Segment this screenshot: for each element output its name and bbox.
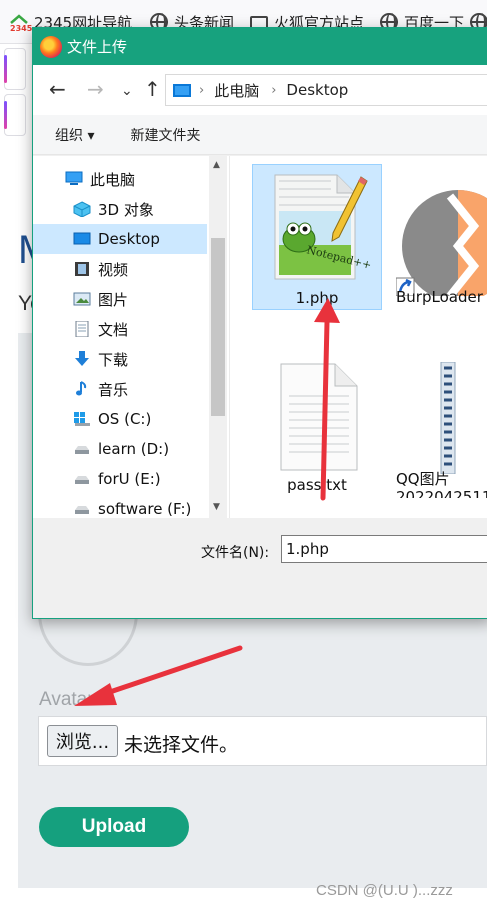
scroll-down-icon[interactable]: ▼ (213, 502, 220, 512)
browse-button[interactable]: 浏览... (47, 725, 118, 757)
file-name: QQ图片 2022042511 (396, 470, 487, 498)
forward-button[interactable]: → (87, 79, 104, 99)
file-item-pass-txt[interactable]: pass.txt (252, 352, 382, 498)
dialog-navbar: ← → ⌄ ↑ › 此电脑 › Desktop (33, 65, 487, 115)
tree-label: learn (D:) (98, 440, 170, 458)
download-icon (73, 351, 91, 367)
tree-label: OS (C:) (98, 410, 152, 428)
video-icon (73, 261, 91, 277)
tree-label: 文档 (98, 320, 129, 339)
notepad-plus-plus-file-icon: Notepad++ (263, 171, 373, 287)
scrollbar-thumb[interactable] (211, 238, 225, 416)
tree-label: 图片 (98, 290, 129, 309)
os-drive-icon (73, 411, 91, 427)
image-file-icon (440, 361, 456, 478)
tree-label: 下载 (98, 350, 129, 369)
upload-button[interactable]: Upload (39, 807, 189, 847)
back-button[interactable]: ← (49, 79, 66, 99)
tree-item-documents[interactable]: 文档 (33, 314, 207, 344)
side-tab[interactable] (4, 48, 26, 90)
scroll-up-icon[interactable]: ▲ (213, 160, 220, 170)
tree-item-learn-d[interactable]: learn (D:) (33, 434, 207, 464)
up-button[interactable]: ↑ (144, 79, 161, 99)
navigation-scrollbar[interactable]: ▲ ▼ (209, 156, 227, 518)
tree-item-foru-e[interactable]: forU (E:) (33, 464, 207, 494)
navigation-pane: 此电脑 3D 对象 Desktop 视频 图片 文档 下载 音乐 OS (C:)… (33, 156, 229, 518)
address-bar[interactable]: › 此电脑 › Desktop (165, 74, 487, 106)
tree-item-desktop[interactable]: Desktop (33, 224, 207, 254)
tree-item-videos[interactable]: 视频 (33, 254, 207, 284)
dialog-titlebar[interactable]: 文件上传 (33, 28, 487, 65)
documents-icon (73, 320, 91, 338)
2345-logo-icon: 2345 (10, 13, 33, 33)
drive-icon (73, 471, 91, 487)
command-bar: 组织 ▾ 新建文件夹 (33, 115, 487, 155)
tree-label: software (F:) (98, 500, 192, 518)
text-file-icon (279, 362, 359, 476)
side-tabs (0, 44, 30, 144)
side-tab[interactable] (4, 94, 26, 136)
tree-item-downloads[interactable]: 下载 (33, 344, 207, 374)
chevron-right-icon: › (271, 82, 277, 98)
file-item-1-php[interactable]: Notepad++ 1.php (252, 164, 382, 310)
file-upload-dialog: 文件上传 ← → ⌄ ↑ › 此电脑 › Desktop 组织 ▾ 新建文件夹 … (32, 27, 487, 619)
drive-icon (73, 501, 91, 517)
pc-icon (173, 83, 191, 97)
pictures-icon (73, 291, 91, 307)
file-item-burploader[interactable]: BurpLoader (388, 164, 487, 310)
avatar-label: Avatar (39, 689, 94, 710)
music-icon (73, 381, 91, 397)
desktop-icon (73, 231, 91, 247)
dialog-footer: 文件名(N): 1.php (33, 518, 487, 618)
drive-icon (73, 441, 91, 457)
csdn-watermark: CSDN @(U.U )...zzz (316, 882, 453, 899)
recent-locations-button[interactable]: ⌄ (121, 81, 133, 101)
firefox-icon (40, 35, 62, 58)
breadcrumb-desktop[interactable]: Desktop (286, 81, 348, 99)
chevron-right-icon: › (199, 82, 205, 98)
tree-item-music[interactable]: 音乐 (33, 374, 207, 404)
filename-label: 文件名(N): (201, 545, 270, 561)
tree-label: Desktop (98, 230, 160, 248)
tree-label: 此电脑 (90, 170, 136, 189)
new-folder-button[interactable]: 新建文件夹 (130, 125, 200, 145)
file-name: pass.txt (287, 476, 347, 494)
dialog-title: 文件上传 (67, 38, 128, 56)
file-item-qq-image[interactable]: QQ图片 2022042511 (388, 352, 487, 498)
tree-item-this-pc[interactable]: 此电脑 (33, 164, 207, 194)
file-name: BurpLoader (396, 288, 483, 306)
tree-item-3d-objects[interactable]: 3D 对象 (33, 194, 207, 224)
svg-text:2345: 2345 (10, 24, 32, 31)
filename-input[interactable]: 1.php (281, 535, 487, 563)
3d-objects-icon (73, 201, 91, 218)
pc-icon (65, 171, 83, 187)
breadcrumb-this-pc[interactable]: 此电脑 (214, 80, 259, 101)
tree-item-pictures[interactable]: 图片 (33, 284, 207, 314)
no-file-selected-text: 未选择文件。 (124, 734, 239, 756)
organize-menu[interactable]: 组织 ▾ (55, 125, 94, 145)
tree-label: 音乐 (98, 380, 129, 399)
tree-label: 3D 对象 (98, 200, 154, 219)
file-name: 1.php (295, 289, 339, 307)
tree-label: forU (E:) (98, 470, 161, 488)
burp-loader-shortcut-icon (395, 186, 487, 302)
tree-label: 视频 (98, 260, 129, 279)
file-view: Notepad++ 1.php BurpLoader pass.txt QQ图片… (229, 156, 487, 518)
tree-item-os-c[interactable]: OS (C:) (33, 404, 207, 434)
